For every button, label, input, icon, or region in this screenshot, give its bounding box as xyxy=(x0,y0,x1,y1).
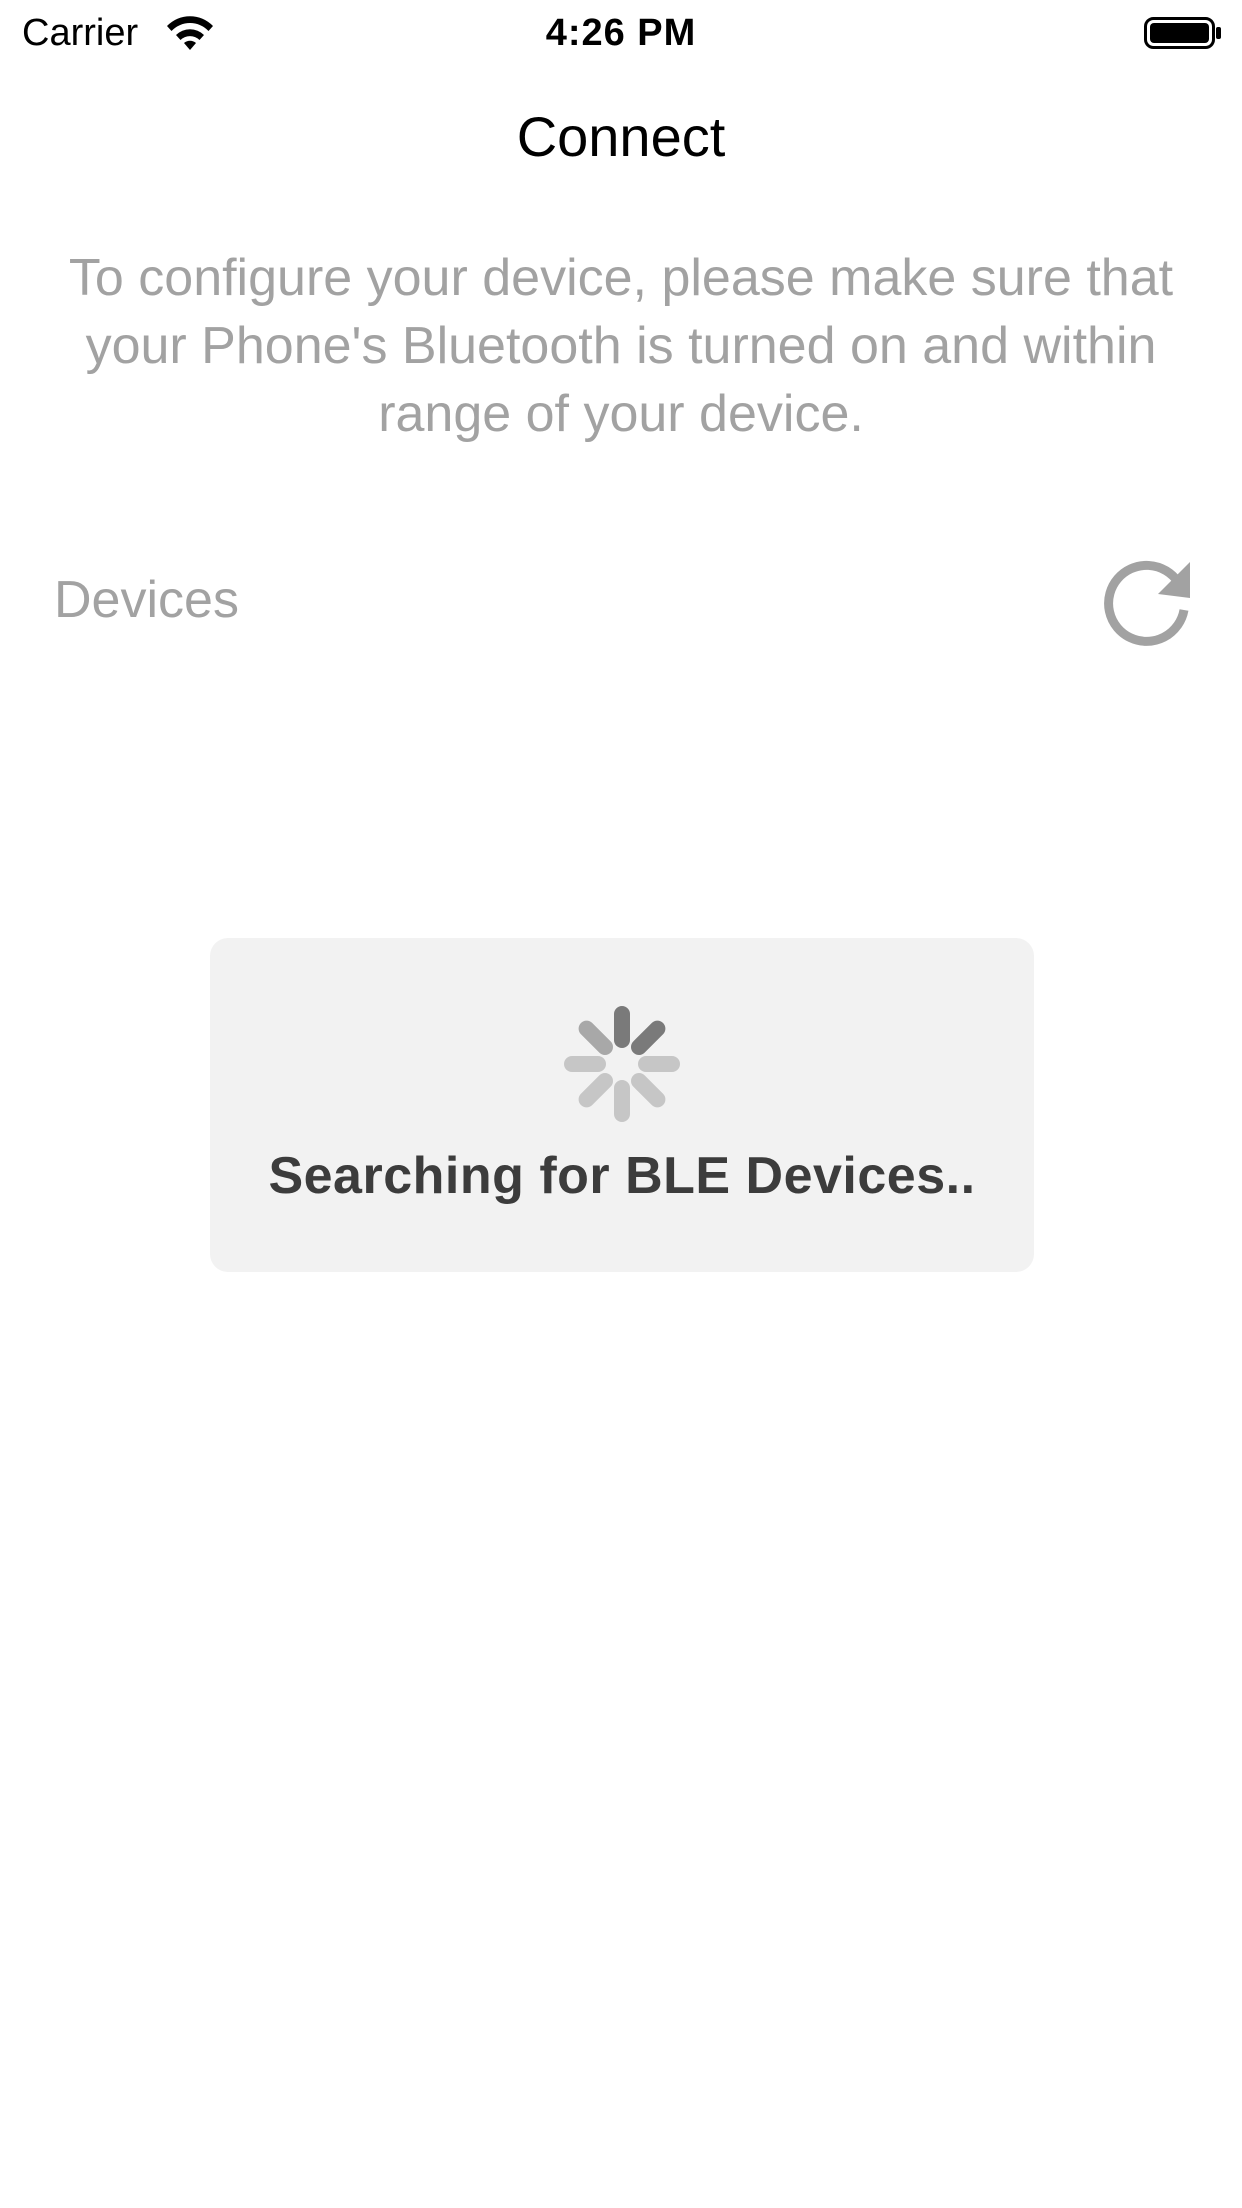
refresh-icon xyxy=(1104,560,1190,646)
refresh-button[interactable] xyxy=(1100,554,1196,650)
battery-icon xyxy=(1144,17,1221,49)
page-title: Connect xyxy=(516,105,726,168)
loading-overlay: Searching for BLE Devices.. xyxy=(210,938,1034,1272)
loading-message: Searching for BLE Devices.. xyxy=(268,1147,976,1205)
bluetooth-instructions: To configure your device, please make su… xyxy=(68,249,1174,443)
status-time: 4:26 PM xyxy=(545,12,697,54)
devices-section-label: Devices xyxy=(54,571,239,629)
activity-spinner-icon xyxy=(564,1006,680,1122)
status-bar: Carrier 4:26 PM xyxy=(0,0,1242,66)
